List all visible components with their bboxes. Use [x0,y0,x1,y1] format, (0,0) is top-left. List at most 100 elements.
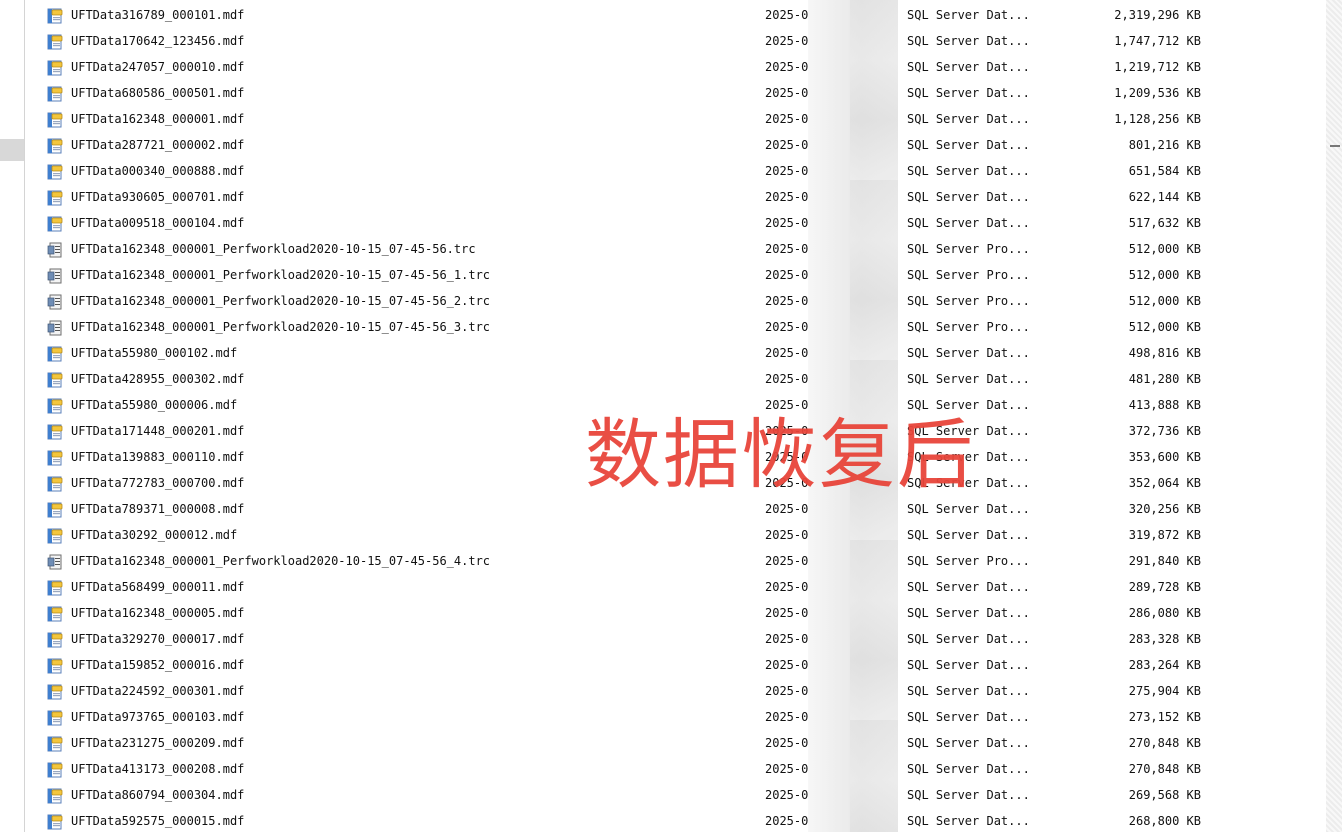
sql-data-file-icon [47,501,64,518]
file-date-modified: 2025-0 [765,710,809,724]
sql-data-file-icon [47,475,64,492]
file-size: 481,280 KB [1128,372,1201,386]
vertical-scrollbar[interactable] [1326,0,1342,832]
file-row[interactable]: UFTData592575_000015.mdf 2025-0 SQL Server… [25,808,1325,832]
file-date-modified: 2025-0 [765,242,809,256]
file-row[interactable]: UFTData680586_000501.mdf 2025-0 SQL Server… [25,80,1325,106]
file-type: SQL Server Dat... [907,346,1030,360]
file-date-modified: 2025-0 [765,762,809,776]
file-row[interactable]: UFTData159852_000016.mdf 2025-0 SQL Server… [25,652,1325,678]
sql-data-file-icon [47,579,64,596]
file-row[interactable]: UFTData162348_000001.mdf 2025-0 SQL Server… [25,106,1325,132]
file-size: 1,209,536 KB [1114,86,1201,100]
file-row[interactable]: UFTData860794_000304.mdf 2025-0 SQL Server… [25,782,1325,808]
file-row[interactable]: UFTData247057_000010.mdf 2025-0 SQL Server… [25,54,1325,80]
sql-data-file-icon [47,189,64,206]
file-name: UFTData789371_000008.mdf [71,502,245,516]
watermark-overlay: 数据恢复后 [585,410,975,499]
file-size: 268,800 KB [1128,814,1201,828]
sql-data-file-icon [47,137,64,154]
file-date-modified: 2025-0 [765,190,809,204]
file-size: 352,064 KB [1128,476,1201,490]
file-date-modified: 2025-0 [765,528,809,542]
file-name: UFTData428955_000302.mdf [71,372,245,386]
sql-data-file-icon [47,59,64,76]
file-size: 270,848 KB [1128,736,1201,750]
file-type: SQL Server Pro... [907,268,1030,282]
file-row[interactable]: UFTData000340_000888.mdf 2025-0 SQL Server… [25,158,1325,184]
file-date-modified: 2025-0 [765,60,809,74]
file-row[interactable]: UFTData287721_000002.mdf 2025-0 SQL Server… [25,132,1325,158]
file-type: SQL Server Dat... [907,606,1030,620]
sql-data-file-icon [47,371,64,388]
file-size: 1,219,712 KB [1114,60,1201,74]
file-type: SQL Server Dat... [907,814,1030,828]
file-date-modified: 2025-0 [765,684,809,698]
file-size: 320,256 KB [1128,502,1201,516]
navigation-pane-selected-item[interactable] [0,139,24,161]
file-type: SQL Server Dat... [907,138,1030,152]
file-date-modified: 2025-0 [765,554,809,568]
file-type: SQL Server Dat... [907,788,1030,802]
file-row[interactable]: UFTData162348_000001_Perfworkload2020-10… [25,236,1325,262]
file-size: 269,568 KB [1128,788,1201,802]
file-size: 512,000 KB [1128,242,1201,256]
file-date-modified: 2025-0 [765,372,809,386]
file-row[interactable]: UFTData162348_000001_Perfworkload2020-10… [25,548,1325,574]
file-type: SQL Server Dat... [907,372,1030,386]
sql-data-file-icon [47,397,64,414]
file-name: UFTData30292_000012.mdf [71,528,238,542]
file-row[interactable]: UFTData162348_000001_Perfworkload2020-10… [25,262,1325,288]
trace-file-icon [47,267,64,284]
file-row[interactable]: UFTData162348_000005.mdf 2025-0 SQL Server… [25,600,1325,626]
file-row[interactable]: UFTData231275_000209.mdf 2025-0 SQL Server… [25,730,1325,756]
file-name: UFTData930605_000701.mdf [71,190,245,204]
file-row[interactable]: UFTData009518_000104.mdf 2025-0 SQL Server… [25,210,1325,236]
file-name: UFTData009518_000104.mdf [71,216,245,230]
sql-data-file-icon [47,631,64,648]
file-type: SQL Server Dat... [907,658,1030,672]
file-row[interactable]: UFTData413173_000208.mdf 2025-0 SQL Server… [25,756,1325,782]
file-date-modified: 2025-0 [765,164,809,178]
sql-data-file-icon [47,7,64,24]
file-date-modified: 2025-0 [765,632,809,646]
file-date-modified: 2025-0 [765,216,809,230]
file-size: 517,632 KB [1128,216,1201,230]
file-name: UFTData171448_000201.mdf [71,424,245,438]
file-name: UFTData000340_000888.mdf [71,164,245,178]
file-name: UFTData316789_000101.mdf [71,8,245,22]
file-name: UFTData55980_000006.mdf [71,398,238,412]
file-row[interactable]: UFTData568499_000011.mdf 2025-0 SQL Server… [25,574,1325,600]
file-name: UFTData329270_000017.mdf [71,632,245,646]
file-size: 622,144 KB [1128,190,1201,204]
file-type: SQL Server Dat... [907,216,1030,230]
file-name: UFTData55980_000102.mdf [71,346,238,360]
file-row[interactable]: UFTData55980_000102.mdf 2025-0 SQL Server … [25,340,1325,366]
file-name: UFTData224592_000301.mdf [71,684,245,698]
file-name: UFTData159852_000016.mdf [71,658,245,672]
file-size: 353,600 KB [1128,450,1201,464]
file-name: UFTData162348_000001_Perfworkload2020-10… [71,320,491,334]
file-row[interactable]: UFTData316789_000101.mdf 2025-0 SQL Server… [25,2,1325,28]
file-row[interactable]: UFTData224592_000301.mdf 2025-0 SQL Server… [25,678,1325,704]
scrollbar-position-marker[interactable] [1330,145,1340,147]
file-date-modified: 2025-0 [765,606,809,620]
file-row[interactable]: UFTData930605_000701.mdf 2025-0 SQL Server… [25,184,1325,210]
file-row[interactable]: UFTData428955_000302.mdf 2025-0 SQL Server… [25,366,1325,392]
file-row[interactable]: UFTData329270_000017.mdf 2025-0 SQL Server… [25,626,1325,652]
file-row[interactable]: UFTData170642_123456.mdf 2025-0 SQL Server… [25,28,1325,54]
file-row[interactable]: UFTData30292_000012.mdf 2025-0 SQL Server … [25,522,1325,548]
file-row[interactable]: UFTData973765_000103.mdf 2025-0 SQL Server… [25,704,1325,730]
trace-file-icon [47,241,64,258]
file-size: 1,128,256 KB [1114,112,1201,126]
file-size: 651,584 KB [1128,164,1201,178]
sql-data-file-icon [47,527,64,544]
file-name: UFTData772783_000700.mdf [71,476,245,490]
sql-data-file-icon [47,735,64,752]
file-name: UFTData139883_000110.mdf [71,450,245,464]
file-size: 319,872 KB [1128,528,1201,542]
file-row[interactable]: UFTData162348_000001_Perfworkload2020-10… [25,314,1325,340]
file-row[interactable]: UFTData162348_000001_Perfworkload2020-10… [25,288,1325,314]
file-size: 498,816 KB [1128,346,1201,360]
file-date-modified: 2025-0 [765,138,809,152]
